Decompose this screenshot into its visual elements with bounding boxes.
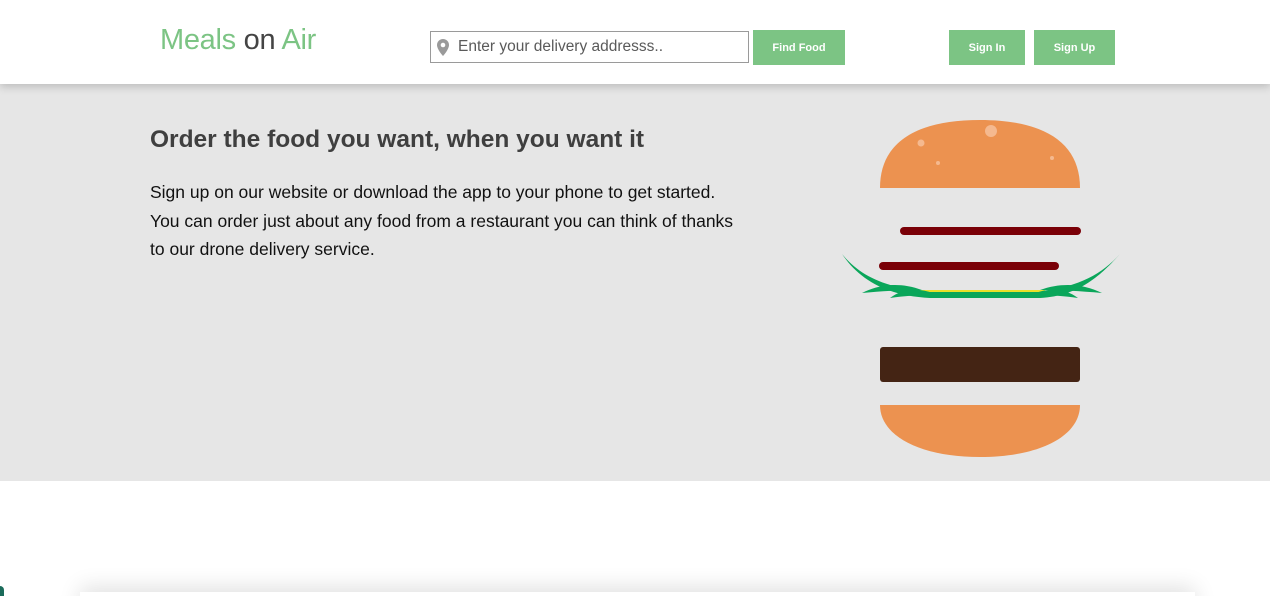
find-food-button[interactable]: Find Food — [753, 30, 845, 65]
corner-accent — [0, 586, 4, 596]
site-header: Meals on Air Find Food Sign In Sign Up — [0, 0, 1270, 84]
burger-illustration — [842, 120, 1120, 457]
content-card — [80, 592, 1195, 596]
top-bun — [880, 120, 1080, 188]
address-search-box[interactable] — [430, 31, 749, 63]
sign-in-button[interactable]: Sign In — [949, 30, 1025, 65]
hero-title: Order the food you want, when you want i… — [150, 126, 645, 153]
patty — [880, 347, 1080, 382]
delivery-address-input[interactable] — [458, 32, 744, 62]
logo[interactable]: Meals on Air — [160, 24, 316, 57]
logo-word-meals: Meals — [160, 24, 236, 56]
location-pin-icon — [437, 39, 449, 56]
logo-word-on: on — [243, 24, 276, 56]
hero-description-line: Sign up on our website or download the a… — [150, 182, 716, 202]
hero-description: Sign up on our website or download the a… — [150, 178, 770, 264]
logo-word-air: Air — [281, 24, 317, 56]
lettuce-leaf — [842, 254, 1120, 298]
hero-description-line: You can order just about any food from a… — [150, 210, 734, 231]
sign-up-button[interactable]: Sign Up — [1034, 30, 1115, 65]
hero-description-line: to our drone delivery service. — [150, 239, 375, 259]
bottom-bun — [880, 405, 1080, 457]
